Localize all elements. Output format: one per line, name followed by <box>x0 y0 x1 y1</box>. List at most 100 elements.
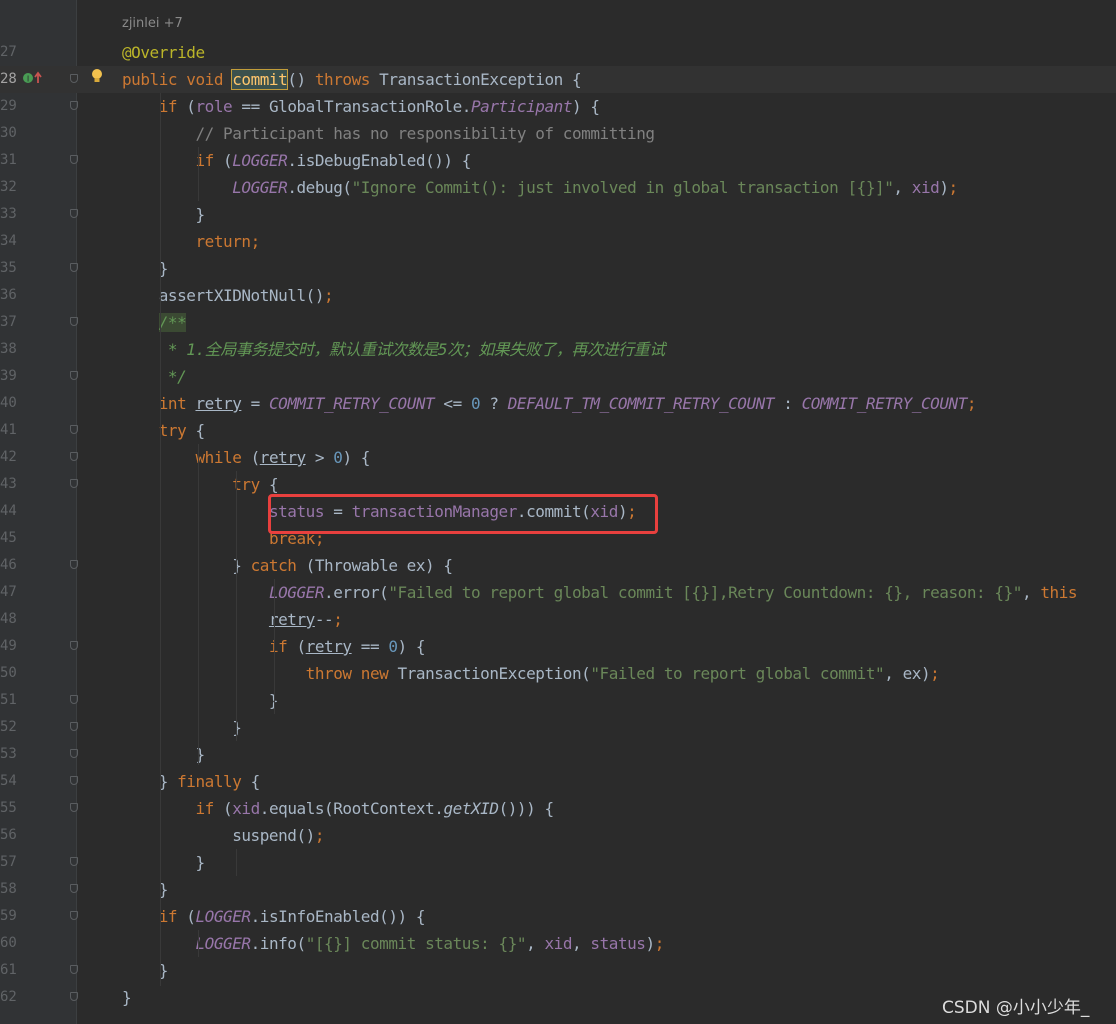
code-text[interactable]: } <box>122 714 242 741</box>
code-text[interactable]: assertXIDNotNull(); <box>122 282 334 309</box>
code-text[interactable]: public void commit() throws TransactionE… <box>122 66 582 93</box>
code-text[interactable]: retry--; <box>122 606 343 633</box>
code-line[interactable]: 48 retry--; <box>0 606 1116 633</box>
fold-marker-icon[interactable] <box>70 695 78 704</box>
code-line[interactable]: 32 LOGGER.debug("Ignore Commit(): just i… <box>0 174 1116 201</box>
code-author-hint[interactable]: zjinlei +7 <box>122 16 183 31</box>
code-text[interactable]: if (LOGGER.isInfoEnabled()) { <box>122 903 426 930</box>
line-number[interactable]: 48 <box>0 606 17 633</box>
code-line[interactable]: 55 if (xid.equals(RootContext.getXID()))… <box>0 795 1116 822</box>
fold-marker-icon[interactable] <box>70 425 78 434</box>
code-line[interactable]: 31 if (LOGGER.isDebugEnabled()) { <box>0 147 1116 174</box>
code-line[interactable]: 39 */ <box>0 363 1116 390</box>
line-number[interactable]: 35 <box>0 255 17 282</box>
line-number[interactable]: 57 <box>0 849 17 876</box>
line-number[interactable]: 62 <box>0 984 17 1011</box>
line-number[interactable]: 40 <box>0 390 17 417</box>
code-text[interactable]: if (LOGGER.isDebugEnabled()) { <box>122 147 471 174</box>
code-text[interactable]: int retry = COMMIT_RETRY_COUNT <= 0 ? DE… <box>122 390 977 417</box>
line-number[interactable]: 46 <box>0 552 17 579</box>
code-text[interactable]: } <box>122 687 279 714</box>
line-number[interactable]: 33 <box>0 201 17 228</box>
line-number[interactable]: 34 <box>0 228 17 255</box>
line-number[interactable]: 30 <box>0 120 17 147</box>
line-number[interactable]: 39 <box>0 363 17 390</box>
line-number[interactable]: 42 <box>0 444 17 471</box>
code-line[interactable]: 41 try { <box>0 417 1116 444</box>
code-text[interactable]: * 1.全局事务提交时，默认重试次数是5次；如果失败了，再次进行重试 <box>122 336 665 363</box>
line-number[interactable]: 41 <box>0 417 17 444</box>
code-text[interactable]: } <box>122 741 205 768</box>
fold-marker-icon[interactable] <box>70 452 78 461</box>
line-number[interactable]: 55 <box>0 795 17 822</box>
fold-marker-icon[interactable] <box>70 857 78 866</box>
code-line[interactable]: 59 if (LOGGER.isInfoEnabled()) { <box>0 903 1116 930</box>
code-line[interactable]: 36 assertXIDNotNull(); <box>0 282 1116 309</box>
code-text[interactable]: // Participant has no responsibility of … <box>122 120 655 147</box>
code-line[interactable]: 34 return; <box>0 228 1116 255</box>
code-line[interactable]: 40 int retry = COMMIT_RETRY_COUNT <= 0 ?… <box>0 390 1116 417</box>
code-text[interactable]: suspend(); <box>122 822 324 849</box>
code-text[interactable]: } <box>122 201 205 228</box>
code-line[interactable]: 28 public void commit() throws Transactio… <box>0 66 1116 93</box>
code-text[interactable]: LOGGER.debug("Ignore Commit(): just invo… <box>122 174 958 201</box>
code-line[interactable]: 54 } finally { <box>0 768 1116 795</box>
code-text[interactable]: } <box>122 849 205 876</box>
fold-marker-icon[interactable] <box>70 101 78 110</box>
line-number[interactable]: 31 <box>0 147 17 174</box>
code-line[interactable]: 35 } <box>0 255 1116 282</box>
code-text[interactable]: LOGGER.error("Failed to report global co… <box>122 579 1078 606</box>
code-text[interactable]: } <box>122 876 169 903</box>
line-number[interactable]: 37 <box>0 309 17 336</box>
fold-marker-icon[interactable] <box>70 911 78 920</box>
code-text[interactable]: @Override <box>122 39 205 66</box>
code-line[interactable]: 50 throw new TransactionException("Faile… <box>0 660 1116 687</box>
fold-marker-icon[interactable] <box>70 992 78 1001</box>
line-number[interactable]: 44 <box>0 498 17 525</box>
code-text[interactable]: } <box>122 957 169 984</box>
code-text[interactable]: } <box>122 984 132 1011</box>
code-text[interactable]: try { <box>122 417 205 444</box>
line-number[interactable]: 29 <box>0 93 17 120</box>
code-text[interactable]: return; <box>122 228 260 255</box>
code-text[interactable]: } <box>122 255 169 282</box>
line-number[interactable]: 32 <box>0 174 17 201</box>
code-text[interactable]: if (xid.equals(RootContext.getXID())) { <box>122 795 554 822</box>
code-line[interactable]: 30 // Participant has no responsibility … <box>0 120 1116 147</box>
fold-marker-icon[interactable] <box>70 641 78 650</box>
code-line[interactable]: 58 } <box>0 876 1116 903</box>
code-line[interactable]: 57 } <box>0 849 1116 876</box>
code-line[interactable]: 46 } catch (Throwable ex) { <box>0 552 1116 579</box>
code-text[interactable]: throw new TransactionException("Failed t… <box>122 660 940 687</box>
code-text[interactable]: } catch (Throwable ex) { <box>122 552 453 579</box>
fold-marker-icon[interactable] <box>70 722 78 731</box>
code-line[interactable]: 52 } <box>0 714 1116 741</box>
code-line[interactable]: 61 } <box>0 957 1116 984</box>
fold-marker-icon[interactable] <box>70 479 78 488</box>
fold-marker-icon[interactable] <box>70 371 78 380</box>
code-line[interactable]: 29 if (role == GlobalTransactionRole.Par… <box>0 93 1116 120</box>
code-line[interactable]: 51 } <box>0 687 1116 714</box>
code-text[interactable]: LOGGER.info("[{}] commit status: {}", xi… <box>122 930 664 957</box>
line-number[interactable]: 27 <box>0 39 17 66</box>
code-text[interactable]: } finally { <box>122 768 260 795</box>
fold-marker-icon[interactable] <box>70 776 78 785</box>
line-number[interactable]: 38 <box>0 336 17 363</box>
code-line[interactable]: 49 if (retry == 0) { <box>0 633 1116 660</box>
fold-marker-icon[interactable] <box>70 155 78 164</box>
line-number[interactable]: 49 <box>0 633 17 660</box>
code-line[interactable]: 27 @Override <box>0 39 1116 66</box>
fold-marker-icon[interactable] <box>70 560 78 569</box>
fold-marker-icon[interactable] <box>70 317 78 326</box>
line-number[interactable]: 53 <box>0 741 17 768</box>
code-line[interactable]: 38 * 1.全局事务提交时，默认重试次数是5次；如果失败了，再次进行重试 <box>0 336 1116 363</box>
code-line[interactable]: 60 LOGGER.info("[{}] commit status: {}",… <box>0 930 1116 957</box>
lightbulb-intention-icon[interactable] <box>91 68 103 84</box>
code-text[interactable]: try { <box>122 471 278 498</box>
line-number[interactable]: 59 <box>0 903 17 930</box>
code-text[interactable]: /** <box>122 309 187 336</box>
code-line[interactable]: 37 /** <box>0 309 1116 336</box>
line-number[interactable]: 36 <box>0 282 17 309</box>
line-number[interactable]: 61 <box>0 957 17 984</box>
fold-marker-icon[interactable] <box>70 965 78 974</box>
